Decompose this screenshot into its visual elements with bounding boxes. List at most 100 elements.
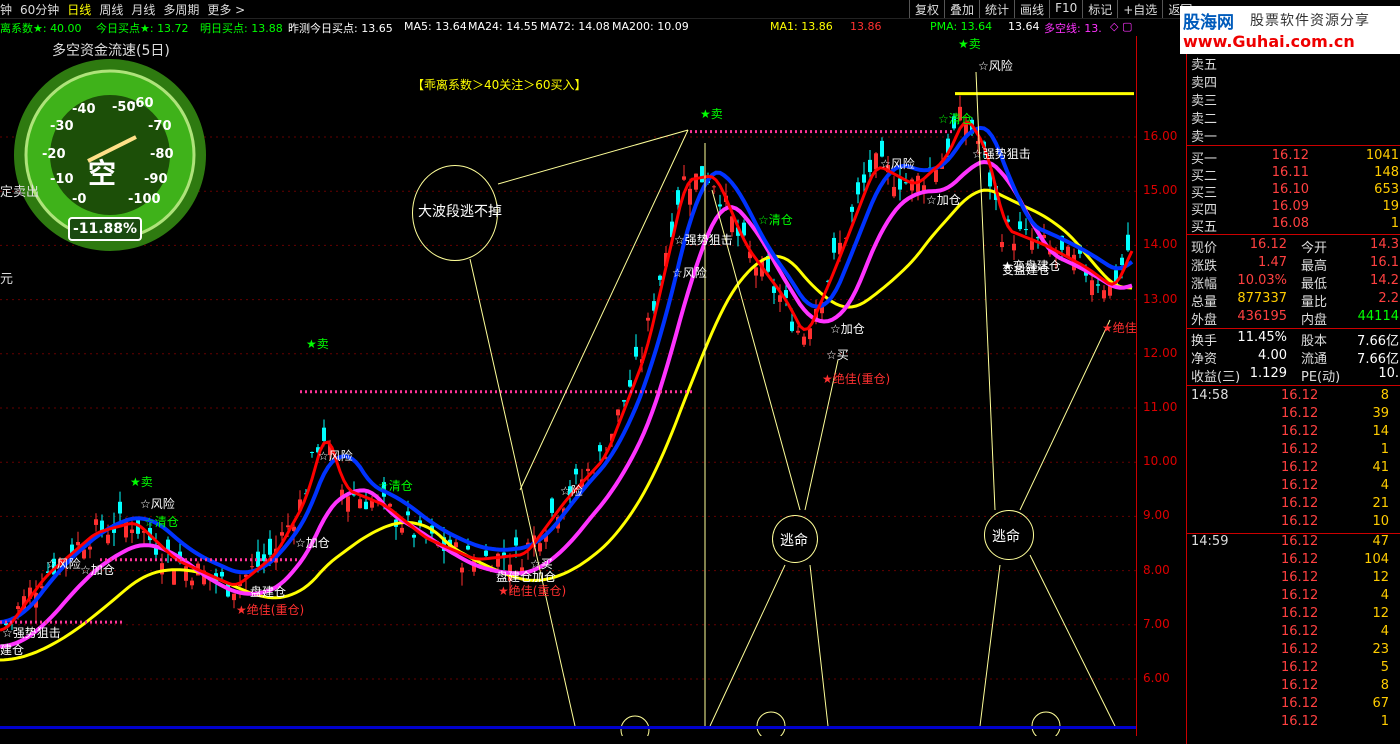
- tick-price: 16.12: [1281, 388, 1319, 403]
- signal-label: ☆风险: [880, 156, 915, 171]
- candle-body: [892, 186, 896, 197]
- tick-price: 16.12: [1281, 478, 1319, 493]
- tick-volume: 39: [1372, 406, 1389, 421]
- candle-body: [790, 321, 794, 331]
- tick-volume: 4: [1380, 588, 1389, 603]
- tick-price: 16.12: [1281, 552, 1319, 567]
- ask-label: 卖四: [1191, 76, 1218, 91]
- candle-body: [412, 534, 416, 538]
- candle-body: [598, 445, 602, 452]
- signal-label: ☆风险: [318, 448, 353, 463]
- tick-row: 16.12 14: [1191, 424, 1399, 442]
- bid-row: 买一 16.12 1041: [1191, 148, 1399, 167]
- quote-row: 涨跌 1.47 最高 16.1: [1191, 255, 1399, 274]
- candle-body: [832, 237, 836, 253]
- toolbar-button[interactable]: 统计: [979, 0, 1014, 18]
- quote-panel: 卖五 卖四 卖三 卖二 卖一 买一 16.12 1041 买二 16.11 148 买三 16.10 65…: [1186, 54, 1400, 744]
- tick-price: 16.12: [1281, 678, 1319, 693]
- gauge-scale-label: -30: [50, 119, 74, 134]
- quote-row: 外盘 436195 内盘 44114: [1191, 309, 1399, 328]
- quote-value-2: 14.2: [1370, 273, 1399, 288]
- period-tab[interactable]: 60分钟: [20, 1, 59, 18]
- bid-volume: 19: [1382, 199, 1399, 214]
- period-tab[interactable]: 周线: [99, 1, 123, 18]
- signal-label: 盘建仓: [250, 584, 286, 599]
- quote-value: 436195: [1237, 309, 1287, 324]
- ask-label: 卖二: [1191, 112, 1218, 127]
- price-tick-label: 15.00: [1143, 183, 1178, 198]
- signal-label: ☆清仓: [144, 515, 179, 529]
- signal-label: ★卖: [700, 107, 723, 121]
- indicator-info-bar: 离系数★: 40.00 今日买点★: 13.72 明日买点: 13.88 昨测今…: [0, 19, 1140, 35]
- candle-body: [850, 206, 854, 212]
- candle-body: [802, 336, 806, 345]
- signal-label: ★绝佳(重仓): [822, 371, 890, 386]
- escape-label-1: 逃命: [780, 533, 808, 549]
- bid-row: 买二 16.11 148: [1191, 165, 1399, 184]
- period-tab[interactable]: 月线: [131, 1, 155, 18]
- candle-body: [310, 451, 314, 453]
- bid-volume: 1: [1390, 216, 1399, 231]
- candle-body: [574, 468, 578, 475]
- candle-body: [130, 529, 134, 534]
- period-tab[interactable]: 更多 >: [207, 1, 245, 18]
- quote-label: 外盘: [1191, 313, 1218, 328]
- tick-row: 16.12 41: [1191, 460, 1399, 478]
- tick-time: 14:59: [1191, 534, 1229, 549]
- toolbar-button[interactable]: 画线: [1014, 0, 1049, 18]
- fundamental-value-2: 10.: [1378, 366, 1399, 381]
- candle-body: [616, 409, 620, 416]
- toolbar-button[interactable]: +自选: [1117, 0, 1162, 18]
- fundamental-label-2: PE(动): [1301, 370, 1341, 385]
- banner-slogan: 股票软件资源分享: [1250, 13, 1370, 29]
- signal-label: ★变盘建仓: [1002, 258, 1061, 273]
- gauge-center-text: 空: [88, 157, 116, 190]
- gauge-scale-label: -40: [72, 102, 96, 117]
- fundamental-label-2: 流通: [1301, 352, 1328, 367]
- gauge-scale-label: -70: [148, 119, 172, 134]
- period-tab[interactable]: 日线: [67, 1, 91, 18]
- tick-price: 16.12: [1281, 442, 1319, 457]
- price-tick-label: 14.00: [1143, 237, 1178, 252]
- candle-body: [484, 550, 488, 556]
- quote-row: 现价 16.12 今开 14.3: [1191, 237, 1399, 256]
- tick-volume: 67: [1372, 696, 1389, 711]
- ask-row: 卖二: [1191, 108, 1399, 127]
- signal-label: ★绝佳(重仓): [236, 602, 304, 617]
- bid-price: 16.11: [1271, 165, 1309, 180]
- tick-row: 14:58 16.12 8: [1191, 388, 1399, 406]
- candle-body: [1090, 280, 1094, 296]
- candle-body: [1102, 290, 1106, 299]
- fundamental-value-2: 7.66亿: [1357, 334, 1399, 349]
- escape-label-2: 逃命: [992, 529, 1020, 545]
- toolbar-button[interactable]: F10: [1049, 0, 1082, 18]
- toolbar-button[interactable]: 标记: [1082, 0, 1117, 18]
- signal-label: ☆强势狙击: [674, 233, 733, 247]
- tick-price: 16.12: [1281, 624, 1319, 639]
- toolbar-button[interactable]: 叠加: [944, 0, 979, 18]
- quote-label-2: 内盘: [1301, 313, 1328, 328]
- candle-body: [106, 534, 110, 544]
- ma1-value-b: 13.86: [850, 20, 882, 33]
- quote-value: 16.12: [1249, 237, 1287, 252]
- bid-row: 买五 16.08 1: [1191, 216, 1399, 235]
- tick-price: 16.12: [1281, 606, 1319, 621]
- candle-body: [118, 501, 122, 514]
- tick-row: 16.12 104: [1191, 552, 1399, 570]
- signal-label: ☆加仓: [80, 563, 115, 577]
- candle-body: [400, 527, 404, 533]
- quote-value-2: 14.3: [1370, 237, 1399, 252]
- candle-body: [280, 532, 284, 536]
- candle-body: [346, 496, 350, 512]
- tick-row: 16.12 10: [1191, 514, 1399, 532]
- tick-row: 16.12 4: [1191, 478, 1399, 496]
- period-tab[interactable]: 多周期: [163, 1, 199, 18]
- price-tick-label: 6.00: [1143, 671, 1170, 685]
- toolbar-button[interactable]: 复权: [909, 0, 944, 18]
- tick-price: 16.12: [1281, 660, 1319, 675]
- bid-volume: 1041: [1365, 148, 1399, 163]
- tick-volume: 1: [1380, 714, 1389, 729]
- tick-row: 16.12 4: [1191, 624, 1399, 642]
- fundamental-label: 收益(三): [1191, 370, 1241, 385]
- period-tab[interactable]: 钟: [0, 1, 12, 18]
